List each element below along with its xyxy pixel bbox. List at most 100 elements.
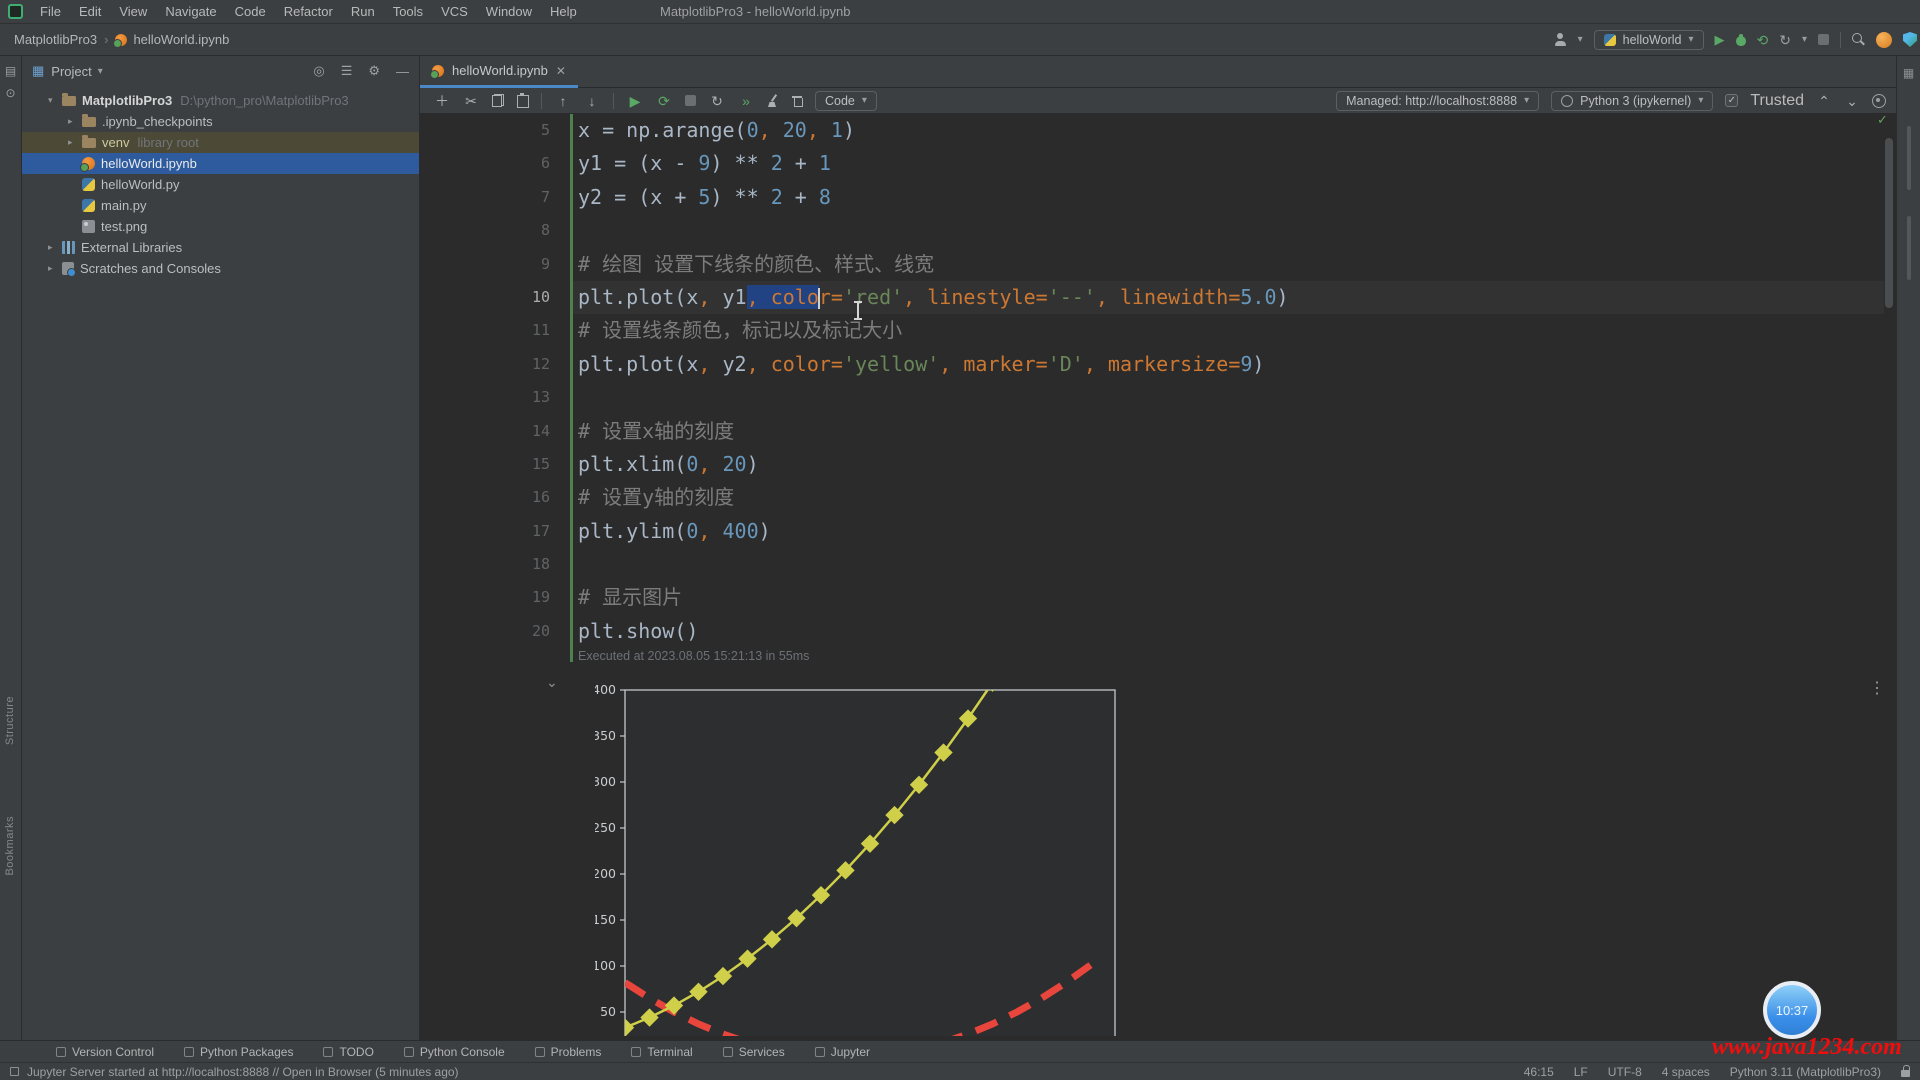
commit-stripe-icon[interactable]: ⊙ — [0, 86, 21, 100]
toolwindow-toggle-icon[interactable] — [10, 1067, 19, 1076]
restart-kernel-button[interactable]: ↻ — [709, 93, 725, 109]
trusted-checkbox[interactable] — [1725, 94, 1738, 107]
tree-item-main-py[interactable]: main.py — [22, 195, 419, 216]
status-segment[interactable]: 4 spaces — [1662, 1065, 1710, 1079]
stripe-structure-label[interactable]: Structure — [4, 696, 16, 745]
menu-item-edit[interactable]: Edit — [70, 4, 110, 19]
code-line-19[interactable]: # 显示图片 — [578, 581, 1289, 614]
status-message[interactable]: Jupyter Server started at http://localho… — [27, 1065, 459, 1079]
run-cell-button[interactable]: ▶ — [627, 93, 643, 109]
clear-outputs-button[interactable] — [767, 94, 779, 107]
stripe-toolwindow-tab[interactable] — [1907, 216, 1911, 280]
menu-item-code[interactable]: Code — [226, 4, 275, 19]
tree-chevron-icon[interactable]: ▸ — [68, 116, 82, 127]
menu-item-refactor[interactable]: Refactor — [275, 4, 342, 19]
code-line-6[interactable]: y1 = (x - 9) ** 2 + 1 — [578, 147, 1289, 180]
tree-item-matplotlibpro3[interactable]: ▾MatplotlibPro3D:\python_pro\MatplotlibP… — [22, 90, 419, 111]
code-line-12[interactable]: plt.plot(x, y2, color='yellow', marker='… — [578, 348, 1289, 381]
code-line-7[interactable]: y2 = (x + 5) ** 2 + 8 — [578, 181, 1289, 214]
toolwindow-problems[interactable]: Problems — [535, 1045, 602, 1059]
user-icon[interactable] — [1554, 33, 1567, 46]
toolwindow-python-console[interactable]: Python Console — [404, 1045, 505, 1059]
tree-item-scratches-and-consoles[interactable]: ▸Scratches and Consoles — [22, 258, 419, 279]
menu-item-window[interactable]: Window — [477, 4, 541, 19]
code-line-11[interactable]: # 设置线条颜色，标记以及标记大小 — [578, 314, 1289, 347]
plugin-ball-icon[interactable] — [1876, 32, 1892, 48]
tree-chevron-icon[interactable]: ▸ — [48, 242, 62, 253]
search-everywhere-icon[interactable] — [1852, 33, 1865, 46]
layout-stripe-icon[interactable]: ▦ — [1897, 66, 1920, 80]
stripe-toolwindow-tab[interactable] — [1907, 126, 1911, 190]
scroll-up-cell-icon[interactable]: ⌃ — [1816, 93, 1832, 109]
tree-item-external-libraries[interactable]: ▸External Libraries — [22, 237, 419, 258]
paste-cell-button[interactable] — [517, 94, 528, 107]
tree-item-venv[interactable]: ▸venvlibrary root — [22, 132, 419, 153]
status-segment[interactable]: 46:15 — [1524, 1065, 1554, 1079]
code-line-14[interactable]: # 设置x轴的刻度 — [578, 415, 1289, 448]
code-line-20[interactable]: plt.show() — [578, 615, 1289, 648]
toolwindow-services[interactable]: Services — [723, 1045, 785, 1059]
user-dropdown-caret-icon[interactable]: ▾ — [1578, 34, 1583, 45]
run-button[interactable]: ▶ — [1715, 32, 1725, 48]
run-config-dropdown[interactable]: helloWorld ▾ — [1594, 30, 1704, 50]
status-segment[interactable]: Python 3.11 (MatplotlibPro3) — [1730, 1065, 1881, 1079]
tree-chevron-icon[interactable]: ▾ — [48, 95, 62, 106]
move-cell-down-button[interactable]: ↓ — [584, 93, 600, 109]
close-tab-icon[interactable]: ✕ — [556, 64, 566, 78]
tree-item-helloworld-py[interactable]: helloWorld.py — [22, 174, 419, 195]
profiler-dropdown-caret-icon[interactable]: ▾ — [1802, 34, 1807, 45]
notebook-settings-icon[interactable] — [1872, 94, 1886, 108]
tree-item-helloworld-ipynb[interactable]: helloWorld.ipynb — [22, 153, 419, 174]
tree-item-test-png[interactable]: test.png — [22, 216, 419, 237]
toolwindow-terminal[interactable]: Terminal — [631, 1045, 692, 1059]
toolwindow-version-control[interactable]: Version Control — [56, 1045, 154, 1059]
project-panel-title[interactable]: Project — [51, 64, 91, 79]
stripe-bookmarks-label[interactable]: Bookmarks — [4, 816, 16, 876]
menu-item-run[interactable]: Run — [342, 4, 384, 19]
tree-chevron-icon[interactable]: ▸ — [48, 263, 62, 274]
output-menu-icon[interactable]: ⋮ — [1869, 678, 1886, 698]
code-line-9[interactable]: # 绘图 设置下线条的颜色、样式、线宽 — [578, 248, 1289, 281]
menu-item-navigate[interactable]: Navigate — [156, 4, 225, 19]
toolwindow-todo[interactable]: TODO — [323, 1045, 373, 1059]
cut-cell-button[interactable]: ✂ — [463, 93, 479, 109]
breadcrumb-project[interactable]: MatplotlibPro3 — [14, 32, 97, 47]
tree-item--ipynb-checkpoints[interactable]: ▸.ipynb_checkpoints — [22, 111, 419, 132]
settings-icon[interactable]: ⚙ — [368, 63, 380, 79]
code-line-8[interactable] — [578, 214, 1289, 247]
interrupt-kernel-button[interactable] — [685, 95, 696, 106]
breadcrumb-file[interactable]: helloWorld.ipynb — [133, 32, 229, 47]
code-line-18[interactable] — [578, 548, 1289, 581]
project-stripe-icon[interactable]: ▤ — [0, 64, 21, 78]
tree-chevron-icon[interactable]: ▸ — [68, 137, 82, 148]
collapse-output-icon[interactable]: ⌄ — [546, 674, 558, 691]
add-cell-button[interactable]: ＋ — [434, 93, 450, 109]
cell-type-dropdown[interactable]: Code ▾ — [815, 91, 877, 111]
toolwindow-jupyter[interactable]: Jupyter — [815, 1045, 870, 1059]
code-editor[interactable]: x = np.arange(0, 20, 1)y1 = (x - 9) ** 2… — [578, 114, 1289, 648]
toolwindow-python-packages[interactable]: Python Packages — [184, 1045, 293, 1059]
inspections-ok-icon[interactable]: ✓ — [1877, 112, 1888, 128]
jupyter-server-dropdown[interactable]: Managed: http://localhost:8888 ▾ — [1336, 91, 1539, 111]
delete-cell-button[interactable] — [792, 94, 802, 107]
move-cell-up-button[interactable]: ↑ — [555, 93, 571, 109]
menu-item-file[interactable]: File — [31, 4, 70, 19]
kernel-dropdown[interactable]: Python 3 (ipykernel) ▾ — [1551, 91, 1713, 111]
code-line-15[interactable]: plt.xlim(0, 20) — [578, 448, 1289, 481]
run-all-button[interactable]: ⟳ — [656, 93, 672, 109]
menu-item-view[interactable]: View — [110, 4, 156, 19]
menu-item-tools[interactable]: Tools — [384, 4, 432, 19]
profiler-button[interactable]: ↻ — [1779, 34, 1791, 46]
menu-item-help[interactable]: Help — [541, 4, 586, 19]
menu-item-vcs[interactable]: VCS — [432, 4, 477, 19]
status-segment[interactable]: UTF-8 — [1608, 1065, 1642, 1079]
coverage-button[interactable]: ⟲ — [1757, 34, 1769, 46]
lock-icon[interactable] — [1901, 1070, 1910, 1077]
debug-button[interactable] — [1736, 34, 1746, 46]
copy-cell-button[interactable] — [492, 94, 504, 107]
code-line-17[interactable]: plt.ylim(0, 400) — [578, 515, 1289, 548]
code-line-13[interactable] — [578, 381, 1289, 414]
code-line-16[interactable]: # 设置y轴的刻度 — [578, 481, 1289, 514]
hide-panel-icon[interactable]: — — [396, 64, 409, 79]
shield-icon[interactable] — [1903, 32, 1917, 47]
